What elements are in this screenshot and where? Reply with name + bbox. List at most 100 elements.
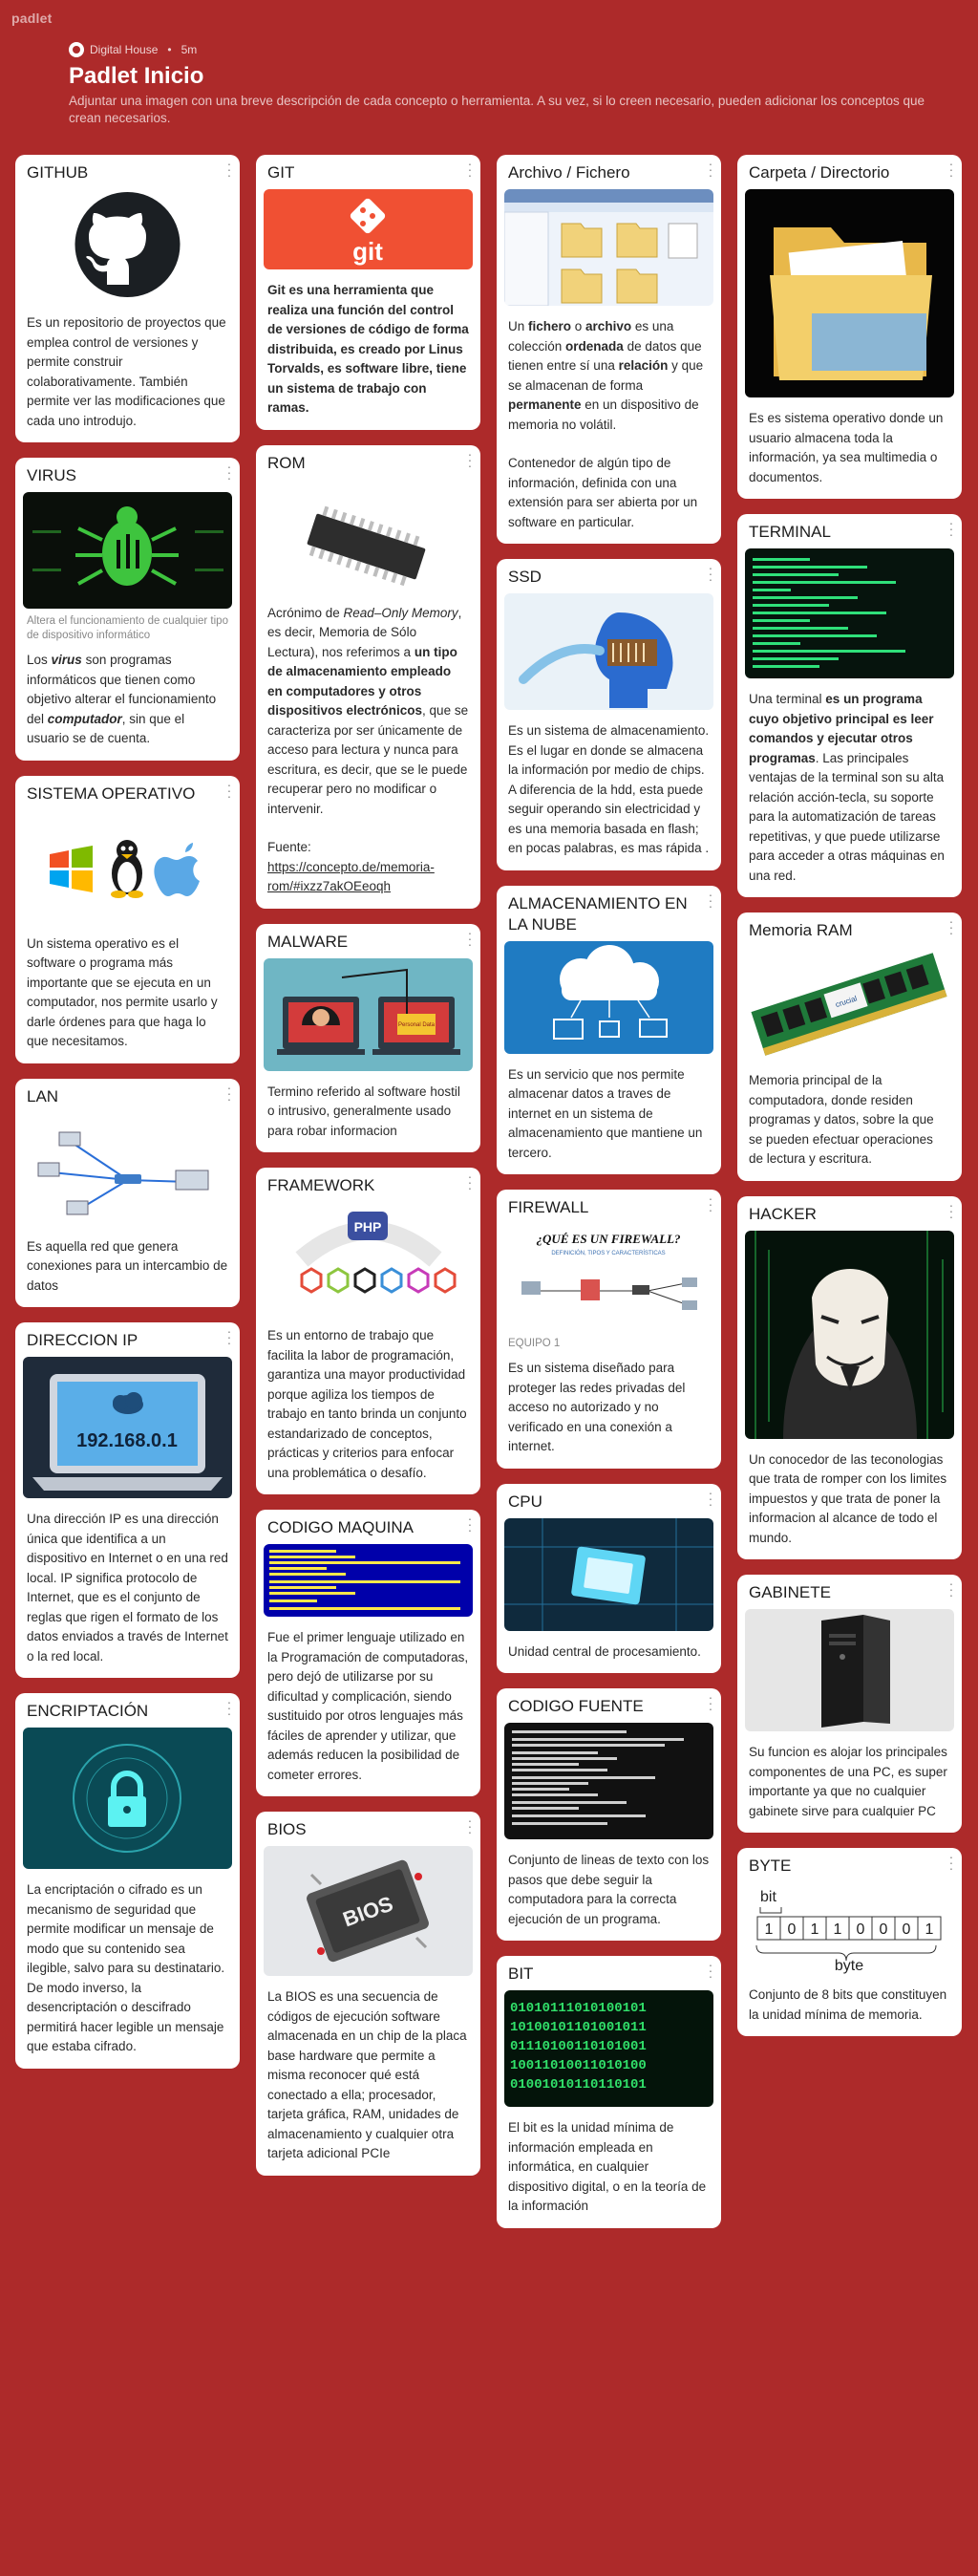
svg-text:10011010011010100: 10011010011010100 [510,2058,647,2073]
post-card-cpu[interactable]: CPU · · · Unidad central de procesamiento. [497,1483,721,1673]
cpu-chip-image [504,1517,713,1631]
svg-text:01010111010100101: 01010111010100101 [510,2001,647,2016]
post-title: TERMINAL [749,523,831,541]
post-title: BIOS [267,1820,307,1838]
post-card-lan[interactable]: LAN · · · Es aquella red que genera conexi… [15,1078,240,1307]
post-card-bios[interactable]: BIOS · · · BIOS La BIOS es una secuencia d… [256,1812,480,2176]
post-body: Git es una herramienta que realiza una f… [267,283,469,415]
post-card-bit[interactable]: BIT · · · 01010111010100101 101001011010010… [497,1956,721,2228]
post-menu-icon[interactable]: · · · [224,460,234,484]
post-body: Un conocedor de las teconologias que tra… [749,1451,947,1545]
post-menu-icon[interactable]: · · · [224,778,234,803]
post-title: CODIGO FUENTE [508,1697,644,1715]
post-menu-icon[interactable]: · · · [224,157,234,182]
svg-text:¿QUÉ ES UN FIREWALL?: ¿QUÉ ES UN FIREWALL? [536,1232,681,1246]
post-menu-icon[interactable]: · · · [706,1958,715,1983]
bios-chip-image: BIOS [264,1846,473,1976]
ip-laptop-image: 192.168.0.1 [23,1357,232,1498]
post-card-ram[interactable]: Memoria RAM · · · crucial Memoria principa… [737,912,962,1181]
svg-text:01110100110101001: 01110100110101001 [510,2039,647,2054]
post-title: GIT [267,163,295,182]
post-card-framework[interactable]: FRAMEWORK · · · PHP Es un entorno de traba… [256,1168,480,1494]
source-link[interactable]: https://concepto.de/memoria-rom/#ixzz7ak… [267,860,435,894]
author-name: Digital House [90,43,159,56]
post-card-git[interactable]: GIT · · · git Git es una herramienta que r… [256,155,480,430]
svg-text:Personal Data: Personal Data [398,1022,436,1028]
post-card-sistema-operativo[interactable]: SISTEMA OPERATIVO · · · Un sistema operati… [15,775,240,1063]
post-card-malware[interactable]: MALWARE · · · Personal Data Termino referi… [256,923,480,1152]
post-menu-icon[interactable]: · · · [706,1486,715,1511]
bit-value: 1 [765,1921,774,1938]
ram-module-image: crucial [745,947,954,1060]
post-menu-icon[interactable]: · · · [224,1081,234,1106]
post-menu-icon[interactable]: · · · [706,888,715,912]
post-body: Un fichero o archivo es una colección or… [508,319,704,529]
post-menu-icon[interactable]: · · · [224,1695,234,1720]
pc-case-image [745,1609,954,1731]
padlet-logo[interactable]: padlet [11,11,52,26]
post-title: GITHUB [27,163,89,182]
post-menu-icon[interactable]: · · · [465,447,475,472]
post-card-encriptacion[interactable]: ENCRIPTACIÓN · · · La encriptación o cifra… [15,1693,240,2069]
post-body: La BIOS es una secuencia de códigos de e… [267,1989,467,2160]
image-caption: Altera el funcionamiento de cualquier ti… [27,615,228,641]
post-menu-icon[interactable]: · · · [946,1198,956,1223]
board-description: Adjuntar una imagen con una breve descri… [69,94,925,125]
post-card-byte[interactable]: BYTE · · · bit 1 0 1 1 0 0 0 1 byte Conjunto de 8 b… [737,1848,962,2036]
post-body: Memoria principal de la computadora, don… [749,1073,934,1166]
post-menu-icon[interactable]: · · · [946,1577,956,1601]
post-menu-icon[interactable]: · · · [465,1170,475,1194]
post-menu-icon[interactable]: · · · [224,1324,234,1349]
post-menu-icon[interactable]: · · · [465,926,475,951]
post-title: SISTEMA OPERATIVO [27,784,196,803]
post-menu-icon[interactable]: · · · [706,561,715,586]
source-label: Fuente: [267,840,311,854]
board-header: Digital House • 5m Padlet Inicio Adjunta… [69,42,928,127]
post-menu-icon[interactable]: · · · [465,157,475,182]
post-body: Los virus son programas informáticos que… [27,653,217,745]
folder-icon-image [745,189,954,397]
post-menu-icon[interactable]: · · · [946,516,956,541]
machine-code-screen-image [264,1544,473,1617]
terminal-screen-image [745,548,954,678]
git-logo-image: git [264,189,473,269]
post-menu-icon[interactable]: · · · [706,1191,715,1216]
hacker-mask-image [745,1230,954,1439]
post-card-codigo-maquina[interactable]: CODIGO MAQUINA · · · Fue el primer lenguaj… [256,1510,480,1796]
binary-code-image: 01010111010100101 10100101101001011 011101… [504,1990,713,2107]
post-body: Es aquella red que genera conexiones par… [27,1238,228,1293]
post-title: CPU [508,1492,542,1511]
post-title: Archivo / Fichero [508,163,630,182]
cloud-storage-image [504,940,713,1054]
post-card-ssd[interactable]: SSD · · · Es un sistema de almacenamiento.… [497,559,721,870]
post-card-github[interactable]: GITHUB · · · Es un repositorio de proyecto… [15,155,240,442]
post-menu-icon[interactable]: · · · [706,1690,715,1715]
post-card-hacker[interactable]: HACKER · · · Un conocedor de las teconolog… [737,1195,962,1559]
time-ago: 5m [181,43,198,56]
post-card-firewall[interactable]: FIREWALL · · · ¿QUÉ ES UN FIREWALL? DEFINIC… [497,1190,721,1469]
post-card-archivo[interactable]: Archivo / Fichero · · · Un fichero o archi… [497,155,721,544]
post-card-terminal[interactable]: TERMINAL · · · Una terminal es un programa… [737,514,962,897]
post-card-rom[interactable]: ROM · · · Acrónimo de Read–Only Memory, es… [256,444,480,909]
post-body: Conjunto de lineas de texto con los paso… [508,1853,710,1926]
post-menu-icon[interactable]: · · · [946,1850,956,1875]
bit-value: 1 [925,1921,934,1938]
post-card-nube[interactable]: ALMACENAMIENTO EN LA NUBE · · · Es un serv… [497,885,721,1174]
post-menu-icon[interactable]: · · · [946,157,956,182]
os-logos-image [23,809,232,923]
post-card-virus[interactable]: VIRUS · · · Altera el funcionamiento de cu… [15,458,240,761]
post-card-codigo-fuente[interactable]: CODIGO FUENTE · · · Conjunto de lineas de … [497,1688,721,1941]
source-code-screen-image [504,1723,713,1839]
post-title: ENCRIPTACIÓN [27,1702,149,1720]
post-menu-icon[interactable]: · · · [465,1814,475,1838]
post-card-direccion-ip[interactable]: DIRECCION IP · · · 192.168.0.1 Una direcci… [15,1322,240,1678]
post-menu-icon[interactable]: · · · [946,914,956,939]
post-card-carpeta[interactable]: Carpeta / Directorio · · · Es es sistema o… [737,155,962,499]
column-1: GITHUB · · · Es un repositorio de proyecto… [15,155,240,2084]
post-title: ROM [267,453,306,472]
post-body: Acrónimo de Read–Only Memory, es decir, … [267,605,469,894]
post-menu-icon[interactable]: · · · [465,1512,475,1536]
post-title: HACKER [749,1204,817,1223]
post-card-gabinete[interactable]: GABINETE · · · Su funcion es alojar los pr… [737,1575,962,1833]
post-menu-icon[interactable]: · · · [706,157,715,182]
